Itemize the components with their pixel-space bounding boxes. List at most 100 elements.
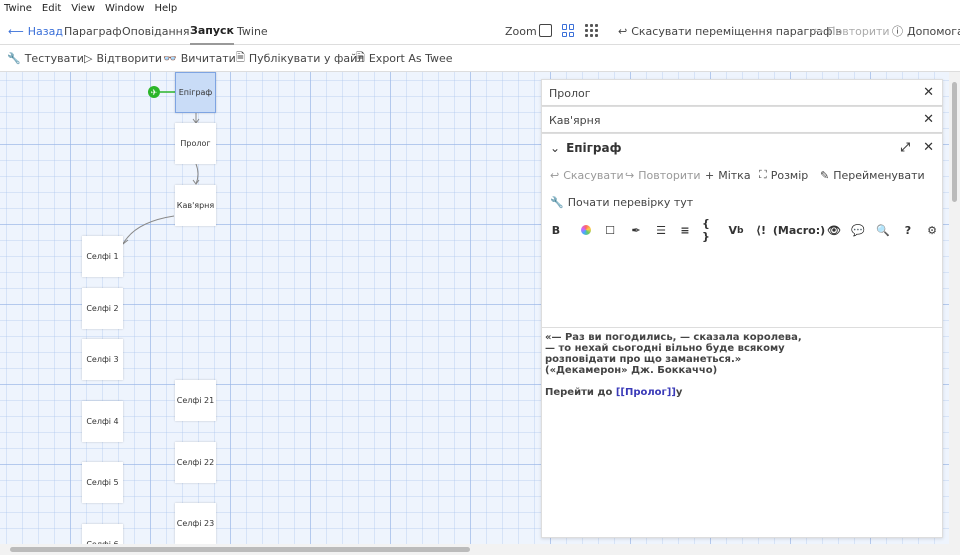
undo-icon: ↩ bbox=[618, 24, 628, 38]
scroll-thumb[interactable] bbox=[952, 82, 957, 202]
zoom-label: Zoom bbox=[505, 24, 537, 38]
dialog-title[interactable]: Кав'ярня bbox=[549, 114, 600, 127]
help-button[interactable]: ⓘ Допомога bbox=[892, 17, 960, 45]
braces-icon[interactable]: { } bbox=[702, 217, 720, 243]
passage-card[interactable]: Кав'ярня bbox=[175, 185, 216, 226]
macro-button[interactable]: (Macro:) bbox=[773, 217, 825, 243]
menu-help[interactable]: Help bbox=[154, 3, 177, 14]
comment-icon[interactable]: 💬 bbox=[849, 217, 867, 243]
text-line: розповідати про що заманеться.» bbox=[545, 354, 742, 365]
scroll-thumb[interactable] bbox=[10, 547, 470, 552]
start-rocket-icon: ✈ bbox=[148, 86, 160, 98]
eye-icon[interactable]: 👁 bbox=[825, 217, 843, 243]
passage-title: Епіграф bbox=[566, 141, 622, 155]
text-line: — то нехай сьогодні вільно буде всякому bbox=[545, 343, 785, 354]
wrench-icon: 🔧 bbox=[550, 195, 564, 209]
glasses-icon: 👓 bbox=[163, 52, 177, 65]
gear-icon[interactable]: ⚙ bbox=[923, 217, 941, 243]
file-icon: 🗎 bbox=[236, 51, 245, 64]
play-button[interactable]: ▷ Відтворити bbox=[84, 45, 162, 72]
zoom-grid-9-icon[interactable] bbox=[585, 24, 598, 37]
rename-button[interactable]: ✎ Перейменувати bbox=[820, 162, 925, 188]
close-icon[interactable]: ✕ bbox=[923, 85, 934, 100]
undo-move-button[interactable]: ↩ Скасувати переміщення параграфів bbox=[618, 17, 842, 45]
tab-twine[interactable]: Twine bbox=[237, 17, 268, 45]
if-branch-icon[interactable]: ⟨! bbox=[752, 217, 770, 243]
passage-card[interactable]: Селфі 23 bbox=[175, 503, 216, 544]
test-row: 🔧 Почати перевірку тут bbox=[542, 189, 942, 215]
publish-button[interactable]: 🗎 Публікувати у файл bbox=[236, 45, 364, 72]
back-button[interactable]: ⟵ Назад bbox=[8, 17, 63, 45]
search-icon[interactable]: 🔍 bbox=[874, 217, 892, 243]
maximize-icon[interactable]: ⤢ bbox=[900, 140, 910, 155]
menu-twine[interactable]: Twine bbox=[4, 3, 32, 14]
passage-card[interactable]: Селфі 5 bbox=[82, 462, 123, 503]
tag-button[interactable]: + Мітка bbox=[705, 162, 751, 188]
test-button[interactable]: 🔧 Тестувати bbox=[7, 45, 84, 72]
close-icon[interactable]: ✕ bbox=[923, 140, 934, 155]
text-line: («Декамерон» Дж. Боккаччо) bbox=[545, 365, 718, 376]
play-icon: ▷ bbox=[84, 52, 93, 65]
tab-story[interactable]: Оповідання bbox=[122, 17, 189, 45]
redo-button[interactable]: ↪ Повторити bbox=[814, 17, 890, 45]
passage-card[interactable]: Селфі 22 bbox=[175, 442, 216, 483]
vertical-scrollbar[interactable] bbox=[949, 72, 960, 544]
dialog-title[interactable]: Пролог bbox=[549, 87, 591, 100]
text-line: «— Раз ви погодились, — сказала королева… bbox=[545, 332, 802, 343]
bold-strike-icon[interactable]: B ☐ ✒ ☰ ≡ { } Vb ⟨! (Macro:) 👁 💬 🔍 ? ⚙ bbox=[547, 217, 937, 243]
menu-edit[interactable]: Edit bbox=[42, 3, 61, 14]
menu-bar: Twine Edit View Window Help bbox=[0, 0, 960, 17]
menu-view[interactable]: View bbox=[71, 3, 95, 14]
zoom-single-icon[interactable] bbox=[539, 24, 552, 37]
redo-icon: ↪ bbox=[814, 24, 824, 38]
passage-card[interactable]: Епіграф bbox=[175, 72, 216, 113]
size-button[interactable]: ⛶ Розмір bbox=[759, 162, 808, 188]
tab-build[interactable]: Запуск bbox=[190, 17, 234, 45]
link-line: Перейти до [[Пролог]]у bbox=[545, 387, 683, 398]
help-circle-icon: ⓘ bbox=[892, 25, 903, 38]
question-icon[interactable]: ? bbox=[899, 217, 917, 243]
redo-button[interactable]: ↪ Повторити bbox=[625, 162, 701, 188]
passage-actions-row: ↩ Скасувати ↪ Повторити + Мітка ⛶ Розмір… bbox=[542, 162, 942, 188]
test-from-here-button[interactable]: 🔧 Почати перевірку тут bbox=[550, 189, 693, 215]
passage-card[interactable]: Пролог bbox=[175, 123, 216, 164]
export-twee-button[interactable]: 🗎 Export As Twee bbox=[356, 45, 453, 72]
passage-edit-dialog: ⌄ Епіграф ⤢ ✕ ↩ Скасувати ↪ Повторити + … bbox=[541, 133, 943, 538]
chevron-down-icon[interactable]: ⌄ bbox=[550, 141, 560, 155]
zoom-grid-4-icon[interactable] bbox=[562, 24, 575, 37]
passage-card[interactable]: Селфі 4 bbox=[82, 401, 123, 442]
link-target: Пролог bbox=[624, 387, 667, 398]
dialog-collapsed[interactable]: Кав'ярня ✕ bbox=[541, 106, 943, 133]
proof-button[interactable]: 👓 Вичитати bbox=[163, 45, 236, 72]
arrow-left-icon: ⟵ bbox=[8, 24, 24, 38]
top-toolbar: ⟵ Назад Параграф Оповідання Запуск Twine… bbox=[0, 17, 960, 45]
square-icon[interactable]: ☐ bbox=[601, 217, 619, 243]
passage-text-editor[interactable]: «— Раз ви погодились, — сказала королева… bbox=[542, 327, 942, 402]
horizontal-scrollbar[interactable] bbox=[0, 544, 960, 555]
undo-icon: ↩ bbox=[550, 168, 560, 182]
close-icon[interactable]: ✕ bbox=[923, 112, 934, 127]
resize-icon: ⛶ bbox=[759, 168, 767, 181]
passage-card[interactable]: Селфі 1 bbox=[82, 236, 123, 277]
passage-card[interactable]: Селфі 3 bbox=[82, 339, 123, 380]
undo-button[interactable]: ↩ Скасувати bbox=[550, 162, 624, 188]
passage-card[interactable]: Селфі 2 bbox=[82, 288, 123, 329]
plus-icon: + bbox=[705, 168, 715, 182]
passage-card[interactable]: Селфі 6 bbox=[82, 524, 123, 544]
menu-window[interactable]: Window bbox=[105, 3, 144, 14]
dialog-collapsed[interactable]: Пролог ✕ bbox=[541, 79, 943, 106]
passage-card[interactable]: Селфі 21 bbox=[175, 380, 216, 421]
align-center-icon[interactable]: ≡ bbox=[676, 217, 694, 243]
rename-icon: ✎ bbox=[820, 168, 830, 182]
color-circle-icon[interactable] bbox=[577, 217, 595, 243]
wrench-icon: 🔧 bbox=[7, 52, 21, 65]
tab-passage[interactable]: Параграф bbox=[64, 17, 122, 45]
redo-icon: ↪ bbox=[625, 168, 635, 182]
file-export-icon: 🗎 bbox=[356, 51, 365, 64]
variable-icon[interactable]: Vb bbox=[727, 217, 745, 243]
pen-icon[interactable]: ✒ bbox=[627, 217, 645, 243]
harlowe-toolbar: B ☐ ✒ ☰ ≡ { } Vb ⟨! (Macro:) 👁 💬 🔍 ? ⚙ «… bbox=[542, 217, 942, 398]
numbered-list-icon[interactable]: ☰ bbox=[652, 217, 670, 243]
build-toolbar: 🔧 Тестувати ▷ Відтворити 👓 Вичитати 🗎 Пу… bbox=[0, 45, 960, 72]
